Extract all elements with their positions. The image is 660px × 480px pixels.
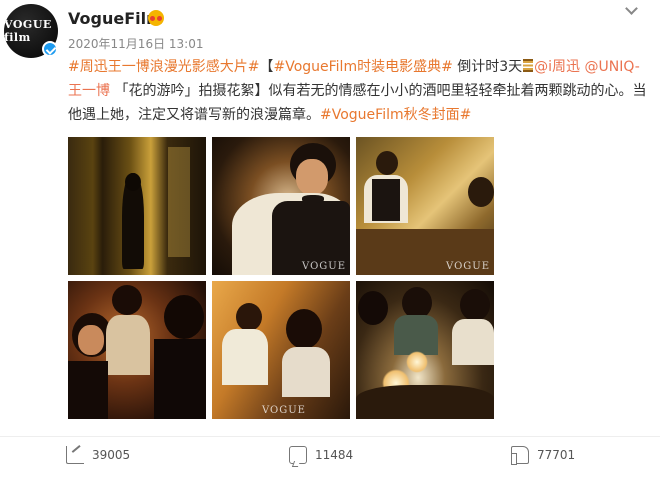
post-text: 【 [259,59,274,75]
photo-watermark: VOGUE [262,405,306,416]
photo-4[interactable] [68,281,206,419]
comment-icon [289,446,307,464]
member-badge-icon[interactable] [148,10,164,26]
weibo-post-card: VOGUE film VogueFilm 2020年11月16日 13:01 #… [0,0,660,480]
like-button[interactable]: 77701 [511,445,575,465]
comment-button[interactable]: 11484 [289,445,353,465]
photo-6[interactable] [356,281,494,419]
verified-badge-icon [42,41,58,57]
photo-3[interactable]: VOGUE [356,137,494,275]
post-text: 倒计时3天 [452,59,523,75]
more-options-chevron-icon[interactable] [625,2,638,15]
like-count: 77701 [537,448,576,462]
thumbs-up-icon [511,446,529,465]
post-content: #周迅王一博浪漫光影感大片#【#VogueFilm时装电影盛典# 倒计时3天 @i… [68,55,648,127]
photo-watermark: VOGUE [446,261,490,272]
photo-1[interactable] [68,137,206,275]
hourglass-icon [523,59,534,72]
share-count: 39005 [92,448,131,462]
photo-watermark: VOGUE [302,261,346,272]
hashtag-link[interactable]: #VogueFilm时装电影盛典# [273,59,452,75]
photo-2[interactable]: VOGUE [212,137,350,275]
hashtag-link[interactable]: #周迅王一博浪漫光影感大片# [68,59,259,75]
action-bar: 39005 11484 77701 [0,436,660,472]
photo-grid: VOGUE VOGUE VOGUE [68,137,494,419]
photo-5[interactable]: VOGUE [212,281,350,419]
mention-link[interactable]: @i周迅 [534,59,580,75]
hashtag-link[interactable]: #VogueFilm秋冬封面# [320,107,471,123]
post-timestamp[interactable]: 2020年11月16日 13:01 [68,35,203,52]
comment-count: 11484 [315,448,354,462]
share-button[interactable]: 39005 [66,445,130,465]
share-icon [66,446,84,464]
